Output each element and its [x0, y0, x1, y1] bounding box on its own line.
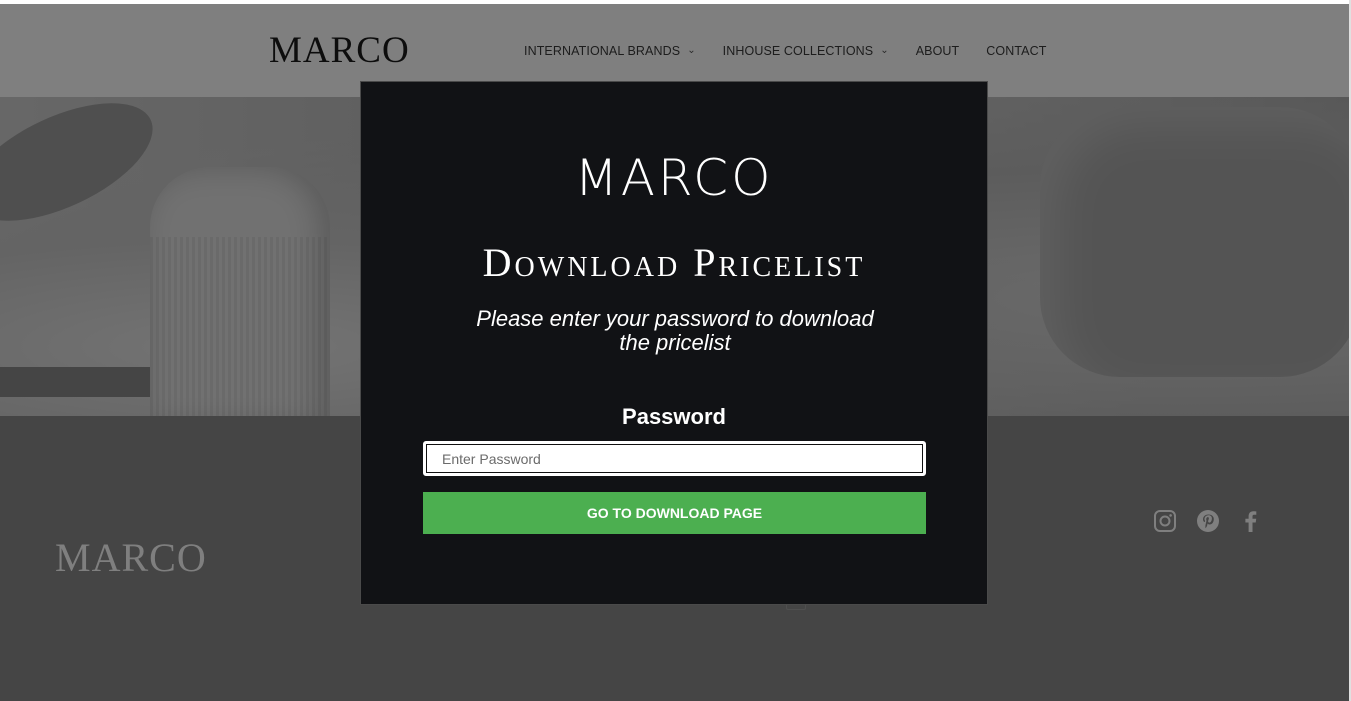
password-label: Password [622, 404, 726, 429]
page: MARCO INTERNATIONAL BRANDS ⌄ INHOUSE COL… [0, 4, 1349, 701]
pricelist-modal: MARCO Download Pricelist Please enter yo… [360, 81, 988, 605]
go-to-download-button[interactable]: GO TO DOWNLOAD PAGE [423, 492, 926, 534]
modal-subtitle-line: the pricelist [619, 330, 731, 355]
modal-subtitle-line: Please enter your password to download [476, 306, 874, 331]
modal-subtitle: Please enter your password to download t… [475, 307, 875, 355]
modal-logo: MARCO [574, 149, 774, 207]
modal-title: Download Pricelist [482, 240, 866, 285]
password-input[interactable] [423, 441, 926, 476]
